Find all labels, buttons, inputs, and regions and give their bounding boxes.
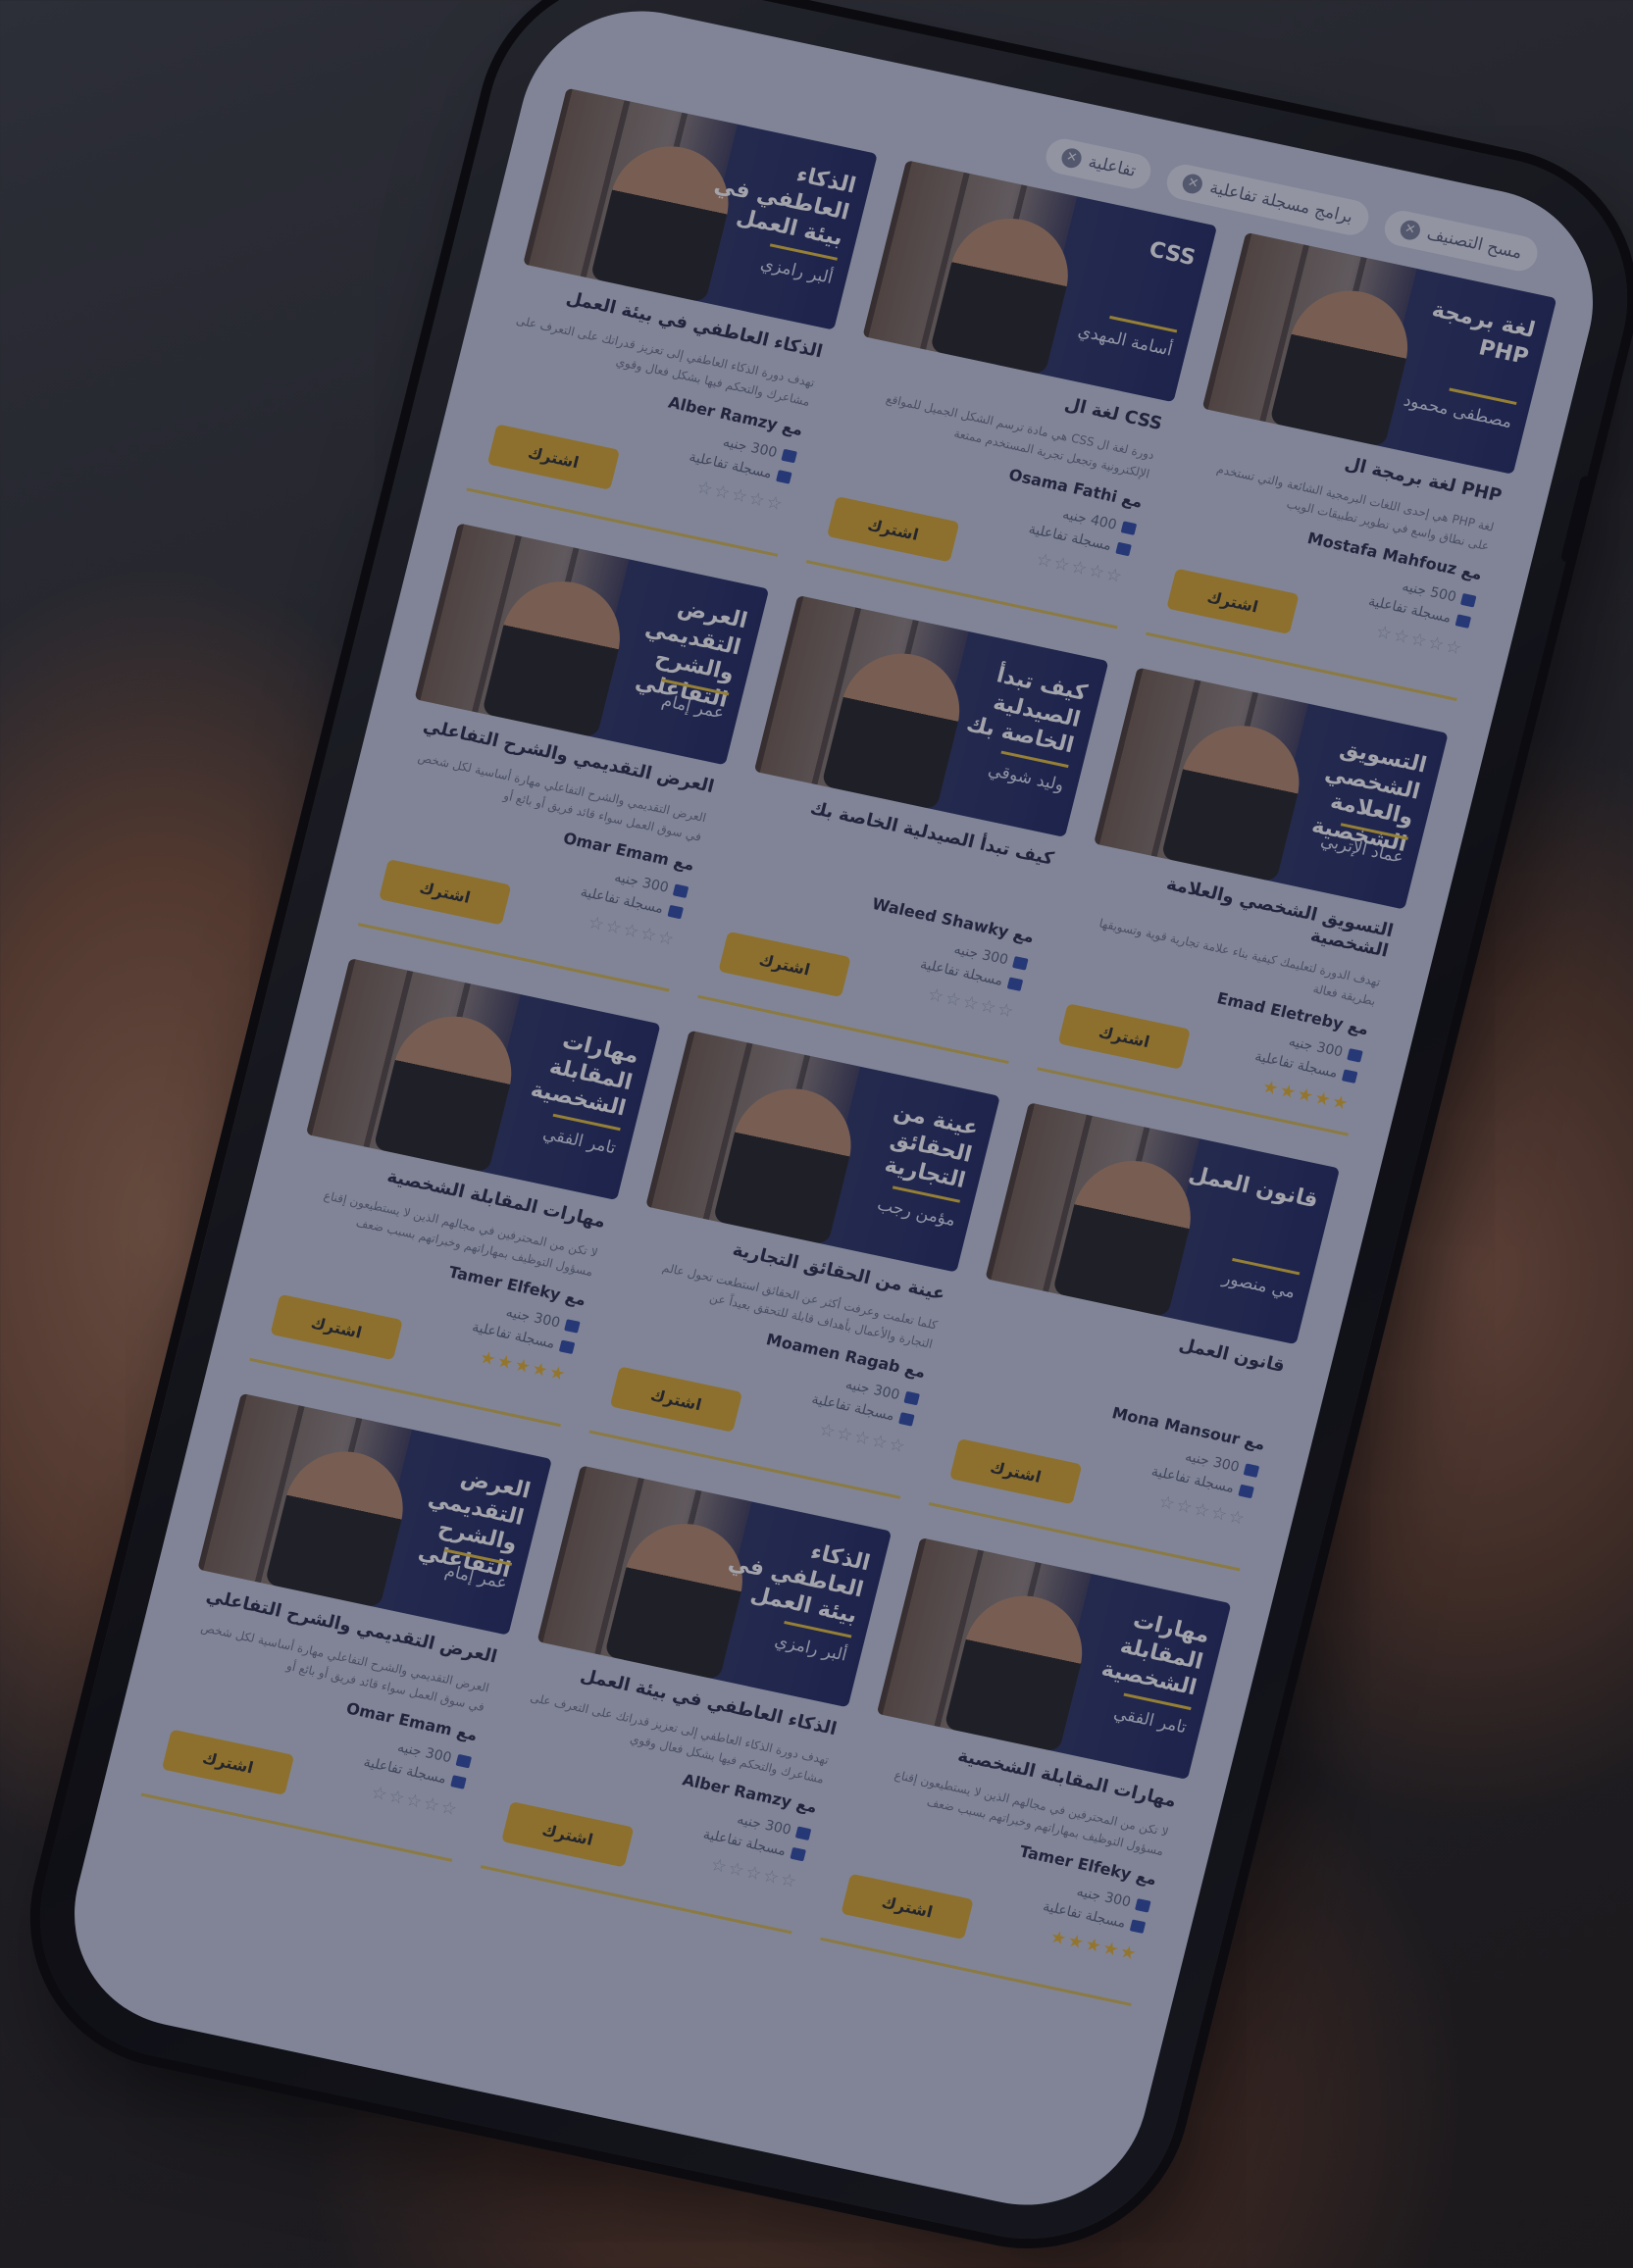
by-prefix: مع — [1242, 1431, 1267, 1454]
side-button — [1559, 475, 1594, 564]
filter-chip-label: مسح التصنيف — [1424, 224, 1524, 264]
price-icon — [1243, 1463, 1260, 1478]
close-icon[interactable]: ✕ — [1181, 172, 1205, 196]
by-prefix: مع — [780, 417, 805, 440]
course-card[interactable]: كيف تبدأ الصيدلية الخاصة بك وليد شوقي كيف … — [697, 594, 1109, 1065]
course-grid: لغة برمجة PHP مصطفى محمود PHP لغة برمجة ال… — [140, 87, 1557, 2007]
video-icon — [1238, 1485, 1254, 1499]
video-icon — [790, 1847, 806, 1862]
by-prefix: مع — [1119, 488, 1145, 512]
course-card[interactable]: قانون العمل مي منصور قانون العمل مع Mona Ma… — [928, 1102, 1341, 1572]
thumbnail-instructor: مؤمن رجب — [875, 1194, 958, 1231]
price-icon — [455, 1753, 473, 1769]
course-card[interactable]: CSS أسامة المهدي CSS لغة ال دورة لغة ال CSS… — [805, 160, 1218, 630]
course-card[interactable]: مهارات المقابلة الشخصية تامر الفقي مهارات … — [820, 1537, 1232, 2007]
by-prefix: مع — [672, 851, 697, 875]
course-card[interactable]: مهارات المقابلة الشخصية تامر الفقي مهارات … — [249, 958, 661, 1428]
price-icon — [794, 1826, 812, 1841]
price-icon — [1120, 521, 1138, 535]
filter-chip-label: تفاعلية — [1086, 152, 1139, 181]
price-icon — [1347, 1048, 1363, 1063]
course-card[interactable]: لغة برمجة PHP مصطفى محمود PHP لغة برمجة ال… — [1146, 231, 1557, 701]
phone-screen: مسح التصنيف ✕ برامج مسجلة تفاعلية ✕ تفاع… — [49, 0, 1618, 2227]
video-icon — [897, 1412, 915, 1428]
filter-chip[interactable]: تفاعلية ✕ — [1042, 135, 1155, 192]
thumbnail-instructor: مصطفى محمود — [1402, 390, 1514, 433]
by-prefix: مع — [563, 1286, 588, 1310]
video-icon — [558, 1339, 576, 1355]
price-icon — [1459, 592, 1477, 608]
filter-chip-label: برامج مسجلة تفاعلية — [1207, 177, 1355, 227]
course-card[interactable]: التسويق الشخصي والعلامة الشخصية عماد الإت… — [1037, 667, 1449, 1136]
thumbnail-instructor: تامر الفقي — [540, 1124, 618, 1159]
thumbnail-instructor: ألبر رامزي — [758, 254, 836, 288]
by-prefix: مع — [454, 1722, 480, 1745]
filter-chip[interactable]: مسح التصنيف ✕ — [1380, 207, 1542, 275]
video-icon — [1006, 977, 1024, 992]
video-icon — [450, 1775, 467, 1790]
thumbnail-instructor: تامر الفقي — [1111, 1703, 1189, 1739]
by-prefix: مع — [1459, 561, 1485, 584]
price-icon — [903, 1390, 920, 1406]
by-prefix: مع — [794, 1793, 820, 1817]
by-prefix: مع — [1346, 1016, 1371, 1039]
by-prefix: مع — [1011, 924, 1037, 947]
video-icon — [1341, 1069, 1358, 1084]
by-prefix: مع — [902, 1359, 928, 1383]
course-card[interactable]: الذكاء العاطفي في بيئة العمل ألبر رامزي ال… — [480, 1465, 893, 1935]
close-icon[interactable]: ✕ — [1398, 218, 1422, 242]
video-icon — [667, 905, 684, 920]
course-card[interactable]: عينة من الحقائق التجارية مؤمن رجب عينة من … — [588, 1030, 1000, 1499]
price-icon — [1011, 956, 1029, 971]
thumbnail-instructor: مي منصور — [1220, 1268, 1298, 1303]
by-prefix: مع — [1134, 1866, 1159, 1890]
video-icon — [1454, 614, 1472, 630]
course-card[interactable]: العرض التقديمي والشرح التفاعلي عمر إمام ال… — [140, 1392, 552, 1862]
course-card[interactable]: الذكاء العاطفي في بيئة العمل ألبر رامزي ال… — [466, 87, 878, 557]
price-icon — [1134, 1898, 1151, 1913]
price-icon — [781, 448, 797, 464]
course-card[interactable]: العرض التقديمي والشرح التفاعلي عمر إمام ال… — [357, 523, 770, 992]
video-icon — [775, 470, 792, 485]
price-icon — [564, 1319, 581, 1334]
thumbnail-instructor: وليد شوقي — [986, 760, 1066, 796]
close-icon[interactable]: ✕ — [1059, 146, 1084, 171]
video-icon — [1129, 1919, 1147, 1935]
thumbnail-instructor: ألبر رامزي — [772, 1631, 849, 1666]
smartphone: مسح التصنيف ✕ برامج مسجلة تفاعلية ✕ تفاع… — [9, 0, 1633, 2266]
video-icon — [1115, 542, 1132, 557]
price-icon — [672, 883, 689, 899]
